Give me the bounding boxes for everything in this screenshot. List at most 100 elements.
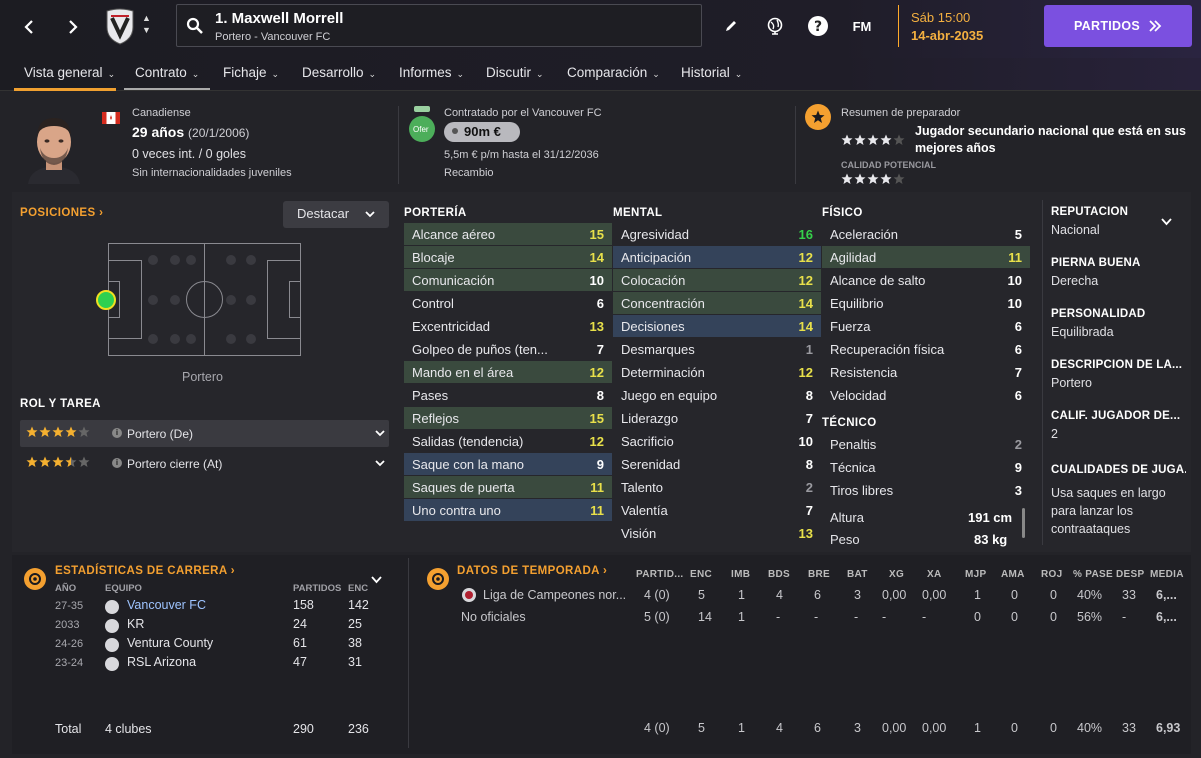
attribute-row[interactable]: Penaltis 2 [822, 433, 1030, 455]
attribute-name: Técnica [830, 459, 876, 475]
season-col-header[interactable]: ENC [690, 569, 712, 580]
season-col-header[interactable]: MEDIA [1150, 569, 1184, 580]
attribute-row[interactable]: Control 6 [404, 292, 612, 314]
player-switch-arrows[interactable]: ▲ ▼ [142, 12, 151, 36]
attribute-row[interactable]: Liderazgo 7 [613, 407, 821, 429]
attribute-row[interactable]: Decisiones 14 [613, 315, 821, 337]
career-row[interactable]: 23-24 RSL Arizona 47 31 [0, 655, 380, 674]
physical-header: FÍSICO [822, 207, 863, 219]
info-icon[interactable]: i [112, 458, 122, 468]
attribute-row[interactable]: Resistencia 7 [822, 361, 1030, 383]
club-crest-icon[interactable] [103, 7, 137, 45]
continue-button[interactable]: PARTIDOS [1044, 5, 1192, 47]
attribute-row[interactable]: Anticipación 12 [613, 246, 821, 268]
back-button[interactable] [16, 14, 42, 40]
tab-overview[interactable]: Vista general ⌄ [24, 65, 115, 80]
season-col-header[interactable]: BRE [808, 569, 830, 580]
goalkeeper-position-marker[interactable] [96, 290, 116, 310]
positions-header[interactable]: POSICIONES › [20, 207, 103, 219]
season-value: 1 [738, 588, 745, 602]
attribute-row[interactable]: Visión 13 [613, 522, 821, 544]
scrollbar[interactable] [1022, 508, 1025, 538]
chevron-right-icon [69, 20, 78, 34]
world-button[interactable] [763, 14, 787, 38]
season-col-header[interactable]: XG [889, 569, 904, 580]
season-col-header[interactable]: BDS [768, 569, 790, 580]
tab-discuss[interactable]: Discutir ⌄ [486, 65, 544, 80]
attribute-row[interactable]: Equilibrio 10 [822, 292, 1030, 314]
attribute-row[interactable]: Mando en el área 12 [404, 361, 612, 383]
potential-label: CALIDAD POTENCIAL [841, 160, 936, 170]
attribute-row[interactable]: Fuerza 6 [822, 315, 1030, 337]
season-col-header[interactable]: DESP [1116, 569, 1144, 580]
season-col-header[interactable]: % PASE [1073, 569, 1113, 580]
attribute-row[interactable]: Reflejos 15 [404, 407, 612, 429]
tab-contract[interactable]: Contrato ⌄ [135, 65, 199, 80]
attribute-value: 13 [798, 525, 813, 541]
attribute-row[interactable]: Sacrificio 10 [613, 430, 821, 452]
season-value: 0,00 [882, 721, 907, 735]
attribute-row[interactable]: Valentía 7 [613, 499, 821, 521]
season-col-header[interactable]: XA [927, 569, 942, 580]
edit-button[interactable] [720, 14, 742, 38]
role-row-primary[interactable]: i Portero (De) [20, 420, 389, 447]
attribute-row[interactable]: Alcance de salto 10 [822, 269, 1030, 291]
tab-compare[interactable]: Comparación ⌄ [567, 65, 660, 80]
attribute-row[interactable]: Pases 8 [404, 384, 612, 406]
value-tag[interactable]: 90m € [444, 122, 520, 142]
fm-button[interactable]: FM [848, 14, 876, 38]
highlight-dropdown[interactable]: Destacar [283, 201, 389, 228]
season-value: 1 [974, 721, 981, 735]
attribute-value: 8 [805, 387, 813, 403]
attribute-row[interactable]: Desmarques 1 [613, 338, 821, 360]
season-row[interactable]: No oficiales 5 (0) 14 1 - - - - - 0 0 0 56% - 6,... [0, 610, 1201, 628]
attribute-row[interactable]: Agilidad 11 [822, 246, 1030, 268]
tab-reports[interactable]: Informes ⌄ [399, 65, 464, 80]
career-row[interactable]: 24-26 Ventura County 61 38 [0, 636, 380, 655]
tab-transfer[interactable]: Fichaje ⌄ [223, 65, 279, 80]
season-row[interactable]: 4 (0) 5 1 4 6 3 0,00 0,00 1 0 0 40% 33 6,93 [0, 721, 1201, 739]
attribute-name: Anticipación [621, 249, 692, 265]
attribute-row[interactable]: Uno contra uno 11 [404, 499, 612, 521]
attribute-row[interactable]: Excentricidad 13 [404, 315, 612, 337]
info-icon[interactable]: i [112, 428, 122, 438]
season-col-header[interactable]: PARTID... [636, 569, 684, 580]
attribute-row[interactable]: Saques de puerta 11 [404, 476, 612, 498]
attribute-row[interactable]: Salidas (tendencia) 12 [404, 430, 612, 452]
attribute-name: Concentración [621, 295, 705, 311]
attribute-row[interactable]: Comunicación 10 [404, 269, 612, 291]
attribute-row[interactable]: Técnica 9 [822, 456, 1030, 478]
attribute-row[interactable]: Talento 2 [613, 476, 821, 498]
season-col-header[interactable]: AMA [1001, 569, 1025, 580]
media-description: DESCRIPCIÓN DE LA... Portero [1051, 359, 1183, 390]
help-button[interactable]: ? [806, 14, 830, 38]
role-row-secondary[interactable]: i Portero cierre (At) [20, 450, 389, 477]
attribute-row[interactable]: Concentración 14 [613, 292, 821, 314]
season-col-header[interactable]: ROJ [1041, 569, 1062, 580]
attribute-row[interactable]: Colocación 12 [613, 269, 821, 291]
attribute-row[interactable]: Recuperación física 6 [822, 338, 1030, 360]
season-col-header[interactable]: BAT [847, 569, 868, 580]
attribute-row[interactable]: Juego en equipo 8 [613, 384, 821, 406]
forward-button[interactable] [60, 14, 86, 40]
attribute-row[interactable]: Agresividad 16 [613, 223, 821, 245]
season-value: 1 [738, 721, 745, 735]
season-col-header[interactable]: IMB [731, 569, 750, 580]
attribute-row[interactable]: Golpeo de puños (ten... 7 [404, 338, 612, 360]
attribute-row[interactable]: Serenidad 8 [613, 453, 821, 475]
attribute-row[interactable]: Velocidad 6 [822, 384, 1030, 406]
chevron-down-icon[interactable] [1161, 218, 1172, 226]
tab-development[interactable]: Desarrollo ⌄ [302, 65, 376, 80]
season-row[interactable]: Liga de Campeones nor... 4 (0) 5 1 4 6 3 0,00 0,… [0, 588, 1201, 606]
attribute-name: Decisiones [621, 318, 685, 334]
attribute-row[interactable]: Saque con la mano 9 [404, 453, 612, 475]
offer-button[interactable]: Ofer [408, 106, 436, 142]
attribute-row[interactable]: Aceleración 5 [822, 223, 1030, 245]
attribute-row[interactable]: Tiros libres 3 [822, 479, 1030, 501]
attribute-row[interactable]: Alcance aéreo 15 [404, 223, 612, 245]
attribute-row[interactable]: Determinación 12 [613, 361, 821, 383]
season-col-header[interactable]: MJP [965, 569, 986, 580]
tab-history[interactable]: Historial ⌄ [681, 65, 742, 80]
attribute-row[interactable]: Blocaje 14 [404, 246, 612, 268]
player-header-box[interactable]: 1. Maxwell Morrell Portero - Vancouver F… [176, 4, 702, 47]
